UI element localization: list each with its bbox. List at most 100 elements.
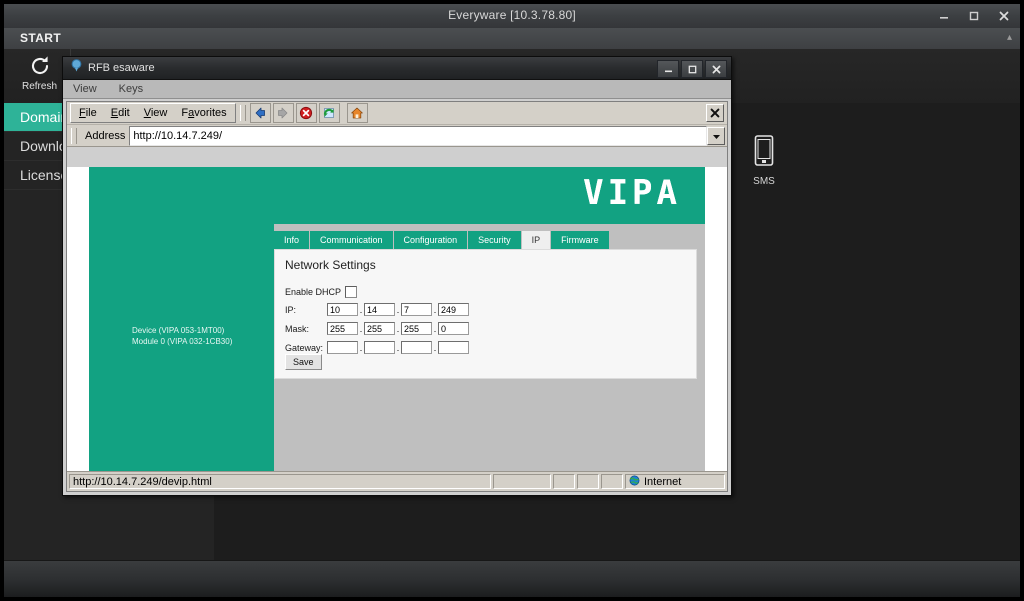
browser-statusbar: http://10.14.7.249/devip.html Internet bbox=[67, 471, 727, 491]
module-line: Module 0 (VIPA 032-1CB30) bbox=[132, 337, 233, 346]
browser-menubar: FFileile Edit View Favorites bbox=[70, 103, 236, 123]
start-bar: START ▴ bbox=[4, 28, 1020, 50]
menu-view[interactable]: View bbox=[144, 107, 168, 119]
menu-file[interactable]: FFileile bbox=[79, 107, 97, 119]
rfb-client-area: FFileile Edit View Favorites bbox=[66, 101, 728, 492]
rfb-minimize-button[interactable] bbox=[657, 60, 679, 78]
start-label: START bbox=[20, 31, 62, 45]
desktop-icon-label: SMS bbox=[753, 176, 775, 187]
mobile-phone-icon bbox=[752, 134, 776, 173]
everyware-window-buttons bbox=[934, 7, 1014, 25]
gateway-octet-2[interactable] bbox=[364, 341, 395, 354]
gateway-row: Gateway: . . . bbox=[285, 341, 469, 354]
refresh-button[interactable]: Refresh bbox=[12, 53, 67, 92]
browser-address-bar: Address http://10.14.7.249/ bbox=[67, 125, 727, 147]
mask-octet-1[interactable]: 255 bbox=[327, 322, 358, 335]
status-url: http://10.14.7.249/devip.html bbox=[69, 474, 491, 489]
web-page: VIPA Device (VIPA 053-1MT00) Module 0 (V… bbox=[67, 167, 727, 471]
gateway-fields: . . . bbox=[327, 341, 469, 354]
address-grip[interactable] bbox=[71, 127, 77, 144]
tab-ip[interactable]: IP bbox=[521, 231, 552, 249]
tab-communication[interactable]: Communication bbox=[310, 231, 394, 249]
mask-octet-2[interactable]: 255 bbox=[364, 322, 395, 335]
close-button[interactable] bbox=[994, 7, 1014, 25]
vipa-left-band bbox=[89, 224, 274, 471]
rfb-title: RFB esaware bbox=[88, 62, 155, 74]
vipa-content-area: Info Communication Configuration Securit… bbox=[274, 224, 705, 471]
mask-octet-3[interactable]: 255 bbox=[401, 322, 432, 335]
ip-octet-2[interactable]: 14 bbox=[364, 303, 395, 316]
status-zone-label: Internet bbox=[644, 475, 682, 488]
mask-fields: 255 . 255 . 255 . 0 bbox=[327, 322, 469, 335]
sidebar-item-label: Domain bbox=[20, 109, 69, 125]
collapse-ribbon-caret[interactable]: ▴ bbox=[1007, 32, 1012, 43]
rfb-menu-view[interactable]: View bbox=[73, 83, 97, 95]
globe-icon bbox=[629, 475, 640, 489]
browser-nav-buttons bbox=[249, 103, 368, 123]
address-input[interactable]: http://10.14.7.249/ bbox=[129, 125, 707, 146]
mask-label: Mask: bbox=[285, 323, 310, 334]
rfb-menu-keys[interactable]: Keys bbox=[119, 83, 143, 95]
gateway-octet-3[interactable] bbox=[401, 341, 432, 354]
status-cell-a bbox=[553, 474, 575, 489]
tab-bar: Info Communication Configuration Securit… bbox=[274, 231, 610, 249]
status-cell-c bbox=[601, 474, 623, 489]
tab-info[interactable]: Info bbox=[274, 231, 311, 249]
maximize-button[interactable] bbox=[964, 7, 984, 25]
screen: Everyware [10.3.78.80] START ▴ Refresh D… bbox=[0, 0, 1024, 601]
ip-fields: 10 . 14 . 7 . 249 bbox=[327, 303, 469, 316]
gateway-label: Gateway: bbox=[285, 342, 324, 353]
page-title: Network Settings bbox=[285, 258, 376, 272]
bottom-bar bbox=[4, 560, 1020, 597]
enable-dhcp-checkbox[interactable] bbox=[345, 286, 358, 298]
dhcp-row: Enable DHCP bbox=[285, 286, 358, 298]
ip-row: IP: 10 . 14 . 7 . 249 bbox=[285, 303, 469, 316]
gateway-octet-4[interactable] bbox=[438, 341, 469, 354]
vipa-logo: VIPA bbox=[583, 173, 681, 213]
toolbar-grip[interactable] bbox=[239, 105, 246, 121]
rfb-window-buttons bbox=[657, 60, 727, 78]
menu-edit[interactable]: Edit bbox=[111, 107, 130, 119]
forward-button[interactable] bbox=[272, 103, 294, 123]
status-cell-b bbox=[577, 474, 599, 489]
save-button[interactable]: Save bbox=[285, 354, 322, 370]
status-cell-progress bbox=[493, 474, 551, 489]
everyware-title: Everyware [10.3.78.80] bbox=[448, 8, 576, 22]
tab-firmware[interactable]: Firmware bbox=[551, 231, 610, 249]
tab-security[interactable]: Security bbox=[468, 231, 522, 249]
mask-row: Mask: 255 . 255 . 255 . 0 bbox=[285, 322, 469, 335]
rfb-window: RFB esaware View Keys FFileile bbox=[62, 56, 732, 496]
browser-toolbar: FFileile Edit View Favorites bbox=[67, 102, 727, 125]
tab-configuration[interactable]: Configuration bbox=[393, 231, 469, 249]
rfb-titlebar: RFB esaware bbox=[63, 57, 731, 80]
refresh-circular-arrow-icon bbox=[27, 53, 53, 79]
everyware-titlebar: Everyware [10.3.78.80] bbox=[4, 4, 1020, 29]
status-zone: Internet bbox=[625, 474, 725, 489]
ip-octet-4[interactable]: 249 bbox=[438, 303, 469, 316]
refresh-button[interactable] bbox=[318, 103, 340, 123]
dhcp-label: Enable DHCP bbox=[285, 287, 342, 297]
rfb-close-button[interactable] bbox=[705, 60, 727, 78]
ip-octet-1[interactable]: 10 bbox=[327, 303, 358, 316]
browser-close-button[interactable] bbox=[706, 104, 724, 122]
menu-favorites[interactable]: Favorites bbox=[181, 107, 226, 119]
device-line: Device (VIPA 053-1MT00) bbox=[132, 326, 225, 335]
vipa-header-band: VIPA bbox=[89, 167, 705, 224]
rfb-maximize-button[interactable] bbox=[681, 60, 703, 78]
rfb-balloon-icon bbox=[71, 59, 82, 77]
stop-button[interactable] bbox=[295, 103, 317, 123]
ip-label: IP: bbox=[285, 304, 297, 315]
ip-octet-3[interactable]: 7 bbox=[401, 303, 432, 316]
back-button[interactable] bbox=[249, 103, 271, 123]
device-info: Device (VIPA 053-1MT00) Module 0 (VIPA 0… bbox=[132, 325, 232, 347]
rfb-menubar: View Keys bbox=[63, 80, 731, 99]
mask-octet-4[interactable]: 0 bbox=[438, 322, 469, 335]
chevron-down-icon[interactable] bbox=[707, 127, 725, 145]
address-label: Address bbox=[85, 129, 126, 142]
refresh-label: Refresh bbox=[21, 81, 57, 92]
minimize-button[interactable] bbox=[934, 7, 954, 25]
home-button[interactable] bbox=[346, 103, 368, 123]
network-settings-panel: Network Settings Enable DHCP IP: 10 . 14 bbox=[274, 249, 697, 379]
desktop-icon-sms[interactable]: SMS bbox=[733, 134, 795, 187]
gateway-octet-1[interactable] bbox=[327, 341, 358, 354]
